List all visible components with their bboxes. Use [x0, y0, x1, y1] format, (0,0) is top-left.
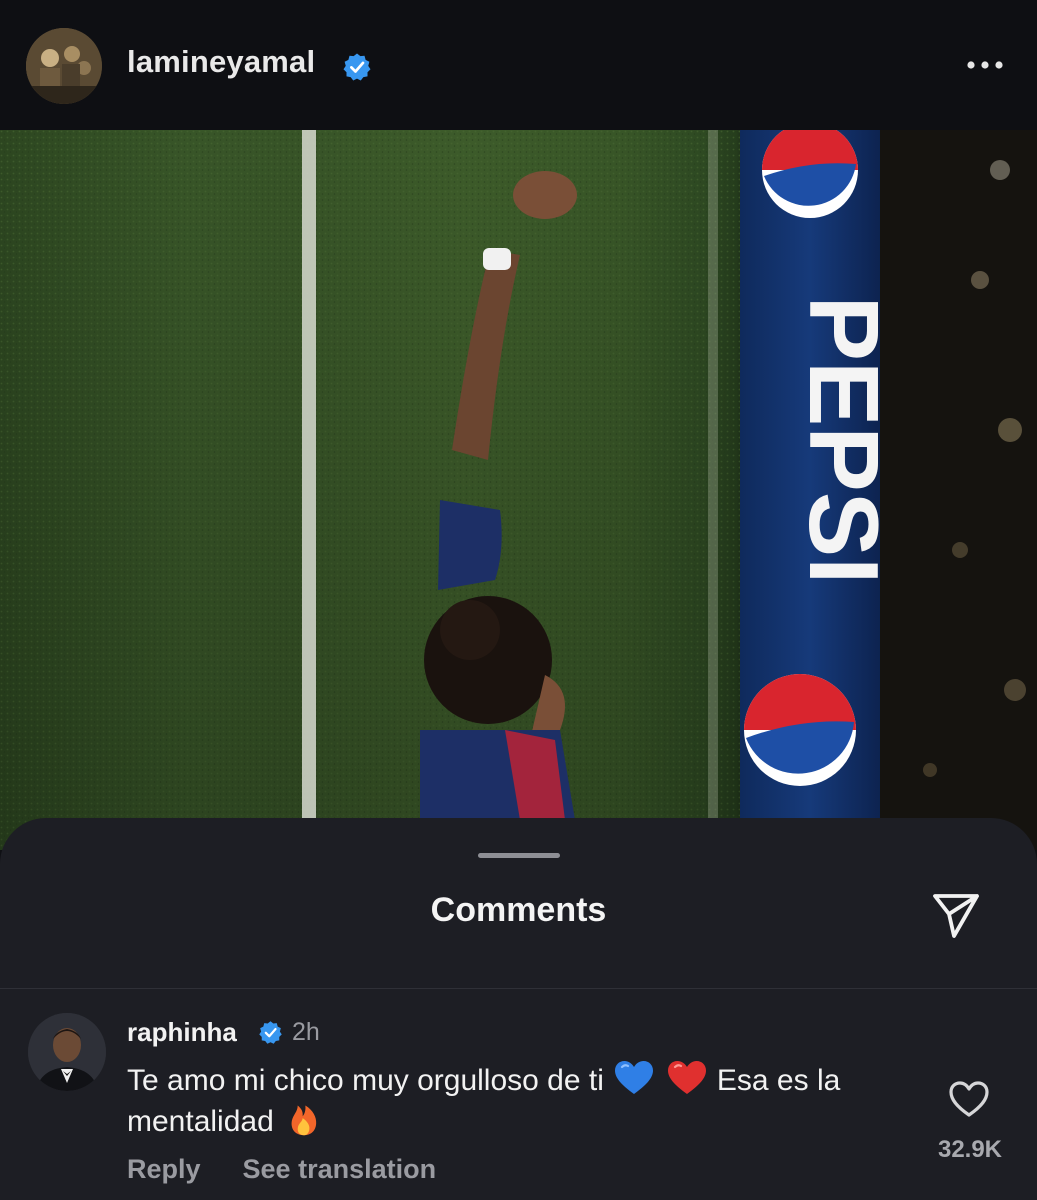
- post-header: lamineyamal: [0, 0, 1037, 130]
- blue-heart-emoji: [614, 1060, 654, 1096]
- send-icon[interactable]: [926, 884, 986, 944]
- commenter-avatar[interactable]: [28, 1013, 106, 1091]
- sheet-divider: [0, 988, 1037, 989]
- red-heart-emoji: [667, 1060, 707, 1096]
- comment-text-part1: Te amo mi chico muy orgulloso de ti: [127, 1064, 604, 1097]
- pepsi-banner-text: PEPSI: [789, 296, 899, 585]
- comments-title: Comments: [430, 891, 607, 929]
- comment-text: Te amo mi chico muy orgulloso de ti Esa …: [127, 1060, 917, 1142]
- reply-button[interactable]: Reply: [127, 1154, 201, 1185]
- sheet-grab-handle[interactable]: [478, 853, 560, 858]
- verified-badge-icon: [259, 1021, 282, 1044]
- post-photo[interactable]: PEPSI: [0, 130, 1037, 850]
- see-translation-button[interactable]: See translation: [243, 1154, 437, 1185]
- verified-badge-icon: [343, 53, 371, 81]
- post-author-username[interactable]: lamineyamal: [127, 44, 315, 80]
- commenter-username[interactable]: raphinha: [127, 1017, 237, 1048]
- comment-actions: Reply See translation: [127, 1152, 478, 1186]
- post-author-avatar[interactable]: [26, 28, 102, 104]
- more-horizontal-icon[interactable]: [960, 50, 1010, 80]
- comments-sheet: Comments raphinha 2h Te amo mi chico muy…: [0, 818, 1037, 1200]
- fire-emoji: [284, 1101, 324, 1137]
- heart-outline-icon[interactable]: [944, 1076, 994, 1122]
- like-count: 32.9K: [937, 1136, 1003, 1163]
- comment-timestamp: 2h: [292, 1018, 320, 1046]
- instagram-post-screen: lamineyamal PEPSI Comments raphinha 2h T…: [0, 0, 1037, 1200]
